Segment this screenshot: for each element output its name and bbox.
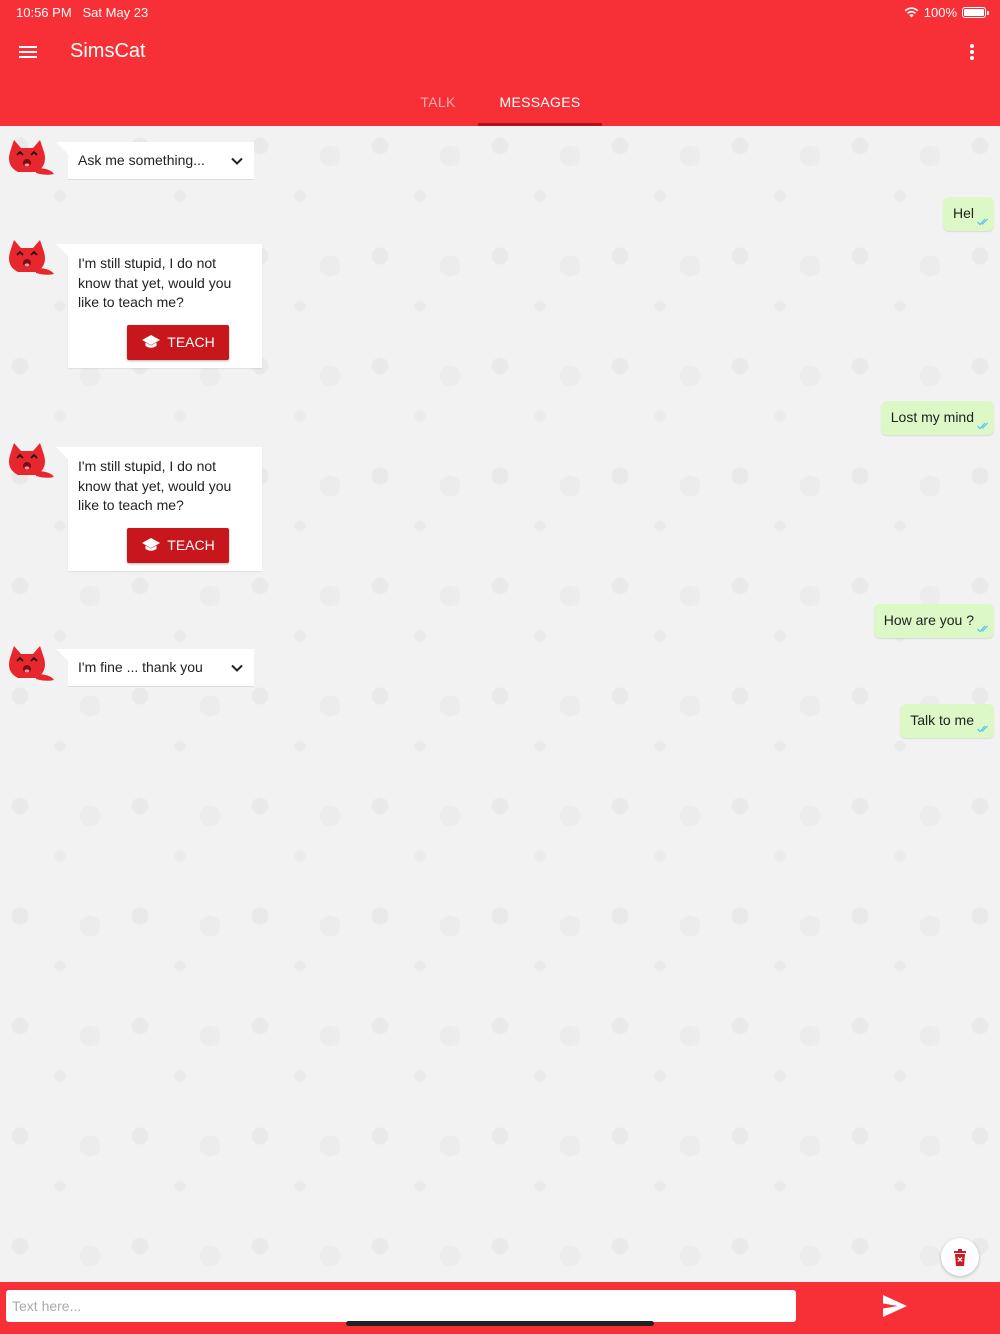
bot-message-bubble: I'm still stupid, I do not know that yet… [56, 447, 262, 571]
status-date-text: Sat May 23 [82, 5, 149, 20]
hamburger-menu-icon[interactable] [16, 40, 40, 64]
cat-avatar-icon [9, 646, 54, 681]
user-message-text: Talk to me [910, 712, 974, 728]
bot-message-bubble: I'm still stupid, I do not know that yet… [56, 244, 262, 368]
user-message-bubble: Lost my mind [880, 401, 994, 435]
bot-select-bubble[interactable]: Ask me something... [56, 142, 254, 180]
delete-chat-button[interactable] [941, 1238, 979, 1276]
trash-icon [954, 1248, 966, 1266]
teach-button[interactable]: TEACH [127, 527, 229, 563]
graduation-cap-icon [142, 538, 161, 551]
user-message-text: Lost my mind [890, 409, 974, 425]
tab-messages[interactable]: MESSAGES [478, 94, 602, 110]
input-bar [0, 1282, 1000, 1334]
cat-avatar-icon [9, 240, 54, 275]
chevron-down-icon [231, 664, 243, 672]
bot-select-bubble[interactable]: I'm fine ... thank you [56, 649, 254, 687]
status-time: 10:56 PM Sat May 23 [16, 5, 148, 20]
teach-button[interactable]: TEACH [127, 324, 229, 360]
battery-icon [962, 7, 989, 18]
tab-talk[interactable]: TALK [398, 94, 478, 110]
wifi-icon [904, 7, 919, 18]
graduation-cap-icon [142, 335, 161, 348]
bot-select-text: I'm fine ... thank you [78, 658, 203, 675]
user-message-text: How are you ? [883, 612, 974, 628]
cat-avatar-icon [9, 443, 54, 478]
app-bar: 10:56 PM Sat May 23 100% SimsCat TALK ME… [0, 0, 1000, 126]
double-check-icon [977, 725, 988, 733]
battery-percent: 100% [923, 5, 957, 20]
user-message-text: Hel [952, 205, 974, 221]
double-check-icon [977, 422, 988, 430]
app-title: SimsCat [70, 40, 146, 62]
status-right: 100% [904, 5, 989, 20]
bot-message-text: I'm still stupid, I do not know that yet… [78, 458, 232, 513]
cat-avatar-icon [9, 140, 54, 175]
home-indicator [346, 1321, 654, 1326]
double-check-icon [977, 625, 988, 633]
user-message-bubble: Talk to me [900, 704, 994, 738]
teach-button-label: TEACH [167, 334, 215, 350]
user-message-bubble: Hel [942, 197, 994, 231]
status-time-text: 10:56 PM [16, 5, 72, 20]
chat-area[interactable]: Ask me something... Hel I'm still stupid… [0, 126, 1000, 1282]
bot-select-text: Ask me something... [78, 151, 205, 168]
double-check-icon [977, 218, 988, 226]
more-vert-icon[interactable] [964, 40, 980, 64]
user-message-bubble: How are you ? [873, 604, 994, 638]
teach-button-label: TEACH [167, 537, 215, 553]
bot-message-text: I'm still stupid, I do not know that yet… [78, 255, 232, 310]
message-input[interactable] [6, 1290, 796, 1322]
chevron-down-icon [231, 157, 243, 165]
send-icon[interactable] [882, 1294, 908, 1318]
